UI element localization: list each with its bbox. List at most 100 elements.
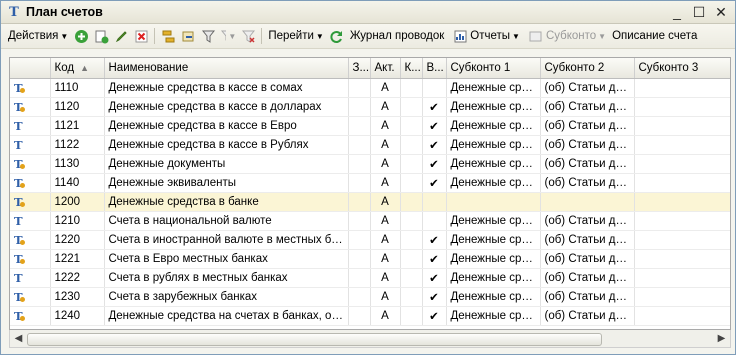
cell-subkonto-3[interactable] xyxy=(634,173,730,193)
cell-subkonto-3[interactable] xyxy=(634,211,730,231)
table-row[interactable]: Т 1200 Денежные средства в банке А xyxy=(10,192,730,212)
cell-z[interactable] xyxy=(348,268,371,288)
cell-act[interactable]: А xyxy=(370,287,401,307)
column-header-icon[interactable] xyxy=(10,58,51,79)
cell-v[interactable]: ✔ xyxy=(422,154,447,174)
cell-v[interactable]: ✔ xyxy=(422,268,447,288)
cell-z[interactable] xyxy=(348,211,371,231)
cell-subkonto-1[interactable]: Денежные сре... xyxy=(446,78,541,98)
cell-subkonto-2[interactable]: (об) Статьи дви... xyxy=(540,116,635,136)
table-row[interactable]: Т 1220 Счета в иностранной валюте в местны… xyxy=(10,230,730,250)
cell-name[interactable]: Денежные средства в кассе в сомах xyxy=(104,78,349,98)
filter-icon[interactable] xyxy=(200,28,216,44)
cell-z[interactable] xyxy=(348,230,371,250)
cell-k[interactable] xyxy=(400,135,423,155)
cell-code[interactable]: 1222 xyxy=(50,268,105,288)
cell-act[interactable]: А xyxy=(370,116,401,136)
cell-k[interactable] xyxy=(400,97,423,117)
cell-act[interactable]: А xyxy=(370,268,401,288)
cell-name[interactable]: Денежные средства в банке xyxy=(104,192,349,212)
cell-v[interactable]: ✔ xyxy=(422,306,447,326)
scroll-thumb[interactable] xyxy=(27,333,602,346)
column-header-name[interactable]: Наименование xyxy=(104,58,349,79)
cell-code[interactable]: 1221 xyxy=(50,249,105,269)
cell-k[interactable] xyxy=(400,192,423,212)
cell-v[interactable] xyxy=(422,192,447,212)
table-row[interactable]: Т 1210 Счета в национальной валюте А Денежны… xyxy=(10,211,730,231)
cell-name[interactable]: Денежные эквиваленты xyxy=(104,173,349,193)
cell-k[interactable] xyxy=(400,173,423,193)
cell-name[interactable]: Счета в зарубежных банках xyxy=(104,287,349,307)
cell-name[interactable]: Счета в иностранной валюте в местных бан… xyxy=(104,230,349,250)
cell-z[interactable] xyxy=(348,97,371,117)
table-row[interactable]: Т 1130 Денежные документы А ✔ Денежные сре...… xyxy=(10,154,730,174)
cell-subkonto-3[interactable] xyxy=(634,249,730,269)
cell-subkonto-1[interactable]: Денежные сре... xyxy=(446,230,541,250)
cell-k[interactable] xyxy=(400,230,423,250)
column-header-code[interactable]: Код ▲ xyxy=(50,58,105,79)
table-row[interactable]: Т 1110 Денежные средства в кассе в сомах А Д… xyxy=(10,78,730,98)
cell-v[interactable]: ✔ xyxy=(422,135,447,155)
cell-code[interactable]: 1240 xyxy=(50,306,105,326)
cell-subkonto-2[interactable]: (об) Статьи дви... xyxy=(540,306,635,326)
cell-subkonto-3[interactable] xyxy=(634,230,730,250)
cell-subkonto-3[interactable] xyxy=(634,154,730,174)
cell-z[interactable] xyxy=(348,116,371,136)
cell-name[interactable]: Денежные средства в кассе в Евро xyxy=(104,116,349,136)
cell-v[interactable]: ✔ xyxy=(422,287,447,307)
edit-icon[interactable] xyxy=(113,28,129,44)
refresh-icon[interactable] xyxy=(329,28,345,44)
table-row[interactable]: Т 1120 Денежные средства в кассе в доллара… xyxy=(10,97,730,117)
cell-subkonto-1[interactable]: Денежные сре... xyxy=(446,211,541,231)
cell-code[interactable]: 1200 xyxy=(50,192,105,212)
cell-k[interactable] xyxy=(400,154,423,174)
clear-filter-icon[interactable] xyxy=(240,28,256,44)
cell-name[interactable]: Счета в Евро местных банках xyxy=(104,249,349,269)
cell-act[interactable]: А xyxy=(370,230,401,250)
cell-code[interactable]: 1130 xyxy=(50,154,105,174)
move-to-group-icon[interactable] xyxy=(180,28,196,44)
account-description-button[interactable]: Описание счета xyxy=(609,26,700,46)
cell-act[interactable]: А xyxy=(370,154,401,174)
cell-v[interactable]: ✔ xyxy=(422,116,447,136)
cell-name[interactable]: Денежные средства в кассе в долларах xyxy=(104,97,349,117)
table-row[interactable]: Т 1230 Счета в зарубежных банках А ✔ Денежные… xyxy=(10,287,730,307)
cell-subkonto-2[interactable]: (об) Статьи дви... xyxy=(540,211,635,231)
cell-subkonto-1[interactable] xyxy=(446,192,541,212)
cell-code[interactable]: 1120 xyxy=(50,97,105,117)
cell-v[interactable]: ✔ xyxy=(422,173,447,193)
cell-subkonto-2[interactable]: (об) Статьи дви... xyxy=(540,97,635,117)
hierarchy-icon[interactable] xyxy=(160,28,176,44)
cell-code[interactable]: 1122 xyxy=(50,135,105,155)
cell-subkonto-2[interactable]: (об) Статьи дви... xyxy=(540,249,635,269)
cell-subkonto-3[interactable] xyxy=(634,268,730,288)
cell-subkonto-1[interactable]: Денежные сре... xyxy=(446,268,541,288)
cell-v[interactable]: ✔ xyxy=(422,97,447,117)
cell-subkonto-2[interactable]: (об) Статьи дви... xyxy=(540,135,635,155)
cell-subkonto-1[interactable]: Денежные сре... xyxy=(446,173,541,193)
cell-act[interactable]: А xyxy=(370,135,401,155)
cell-act[interactable]: А xyxy=(370,78,401,98)
table-row[interactable]: Т 1122 Денежные средства в кассе в Рублях А… xyxy=(10,135,730,155)
cell-subkonto-2[interactable]: (об) Статьи дви... xyxy=(540,154,635,174)
cell-name[interactable]: Счета в национальной валюте xyxy=(104,211,349,231)
cell-z[interactable] xyxy=(348,306,371,326)
delete-icon[interactable] xyxy=(133,28,149,44)
cell-subkonto-3[interactable] xyxy=(634,116,730,136)
table-row[interactable]: Т 1222 Счета в рублях в местных банках А ✔ Де… xyxy=(10,268,730,288)
cell-z[interactable] xyxy=(348,287,371,307)
cell-subkonto-3[interactable] xyxy=(634,78,730,98)
cell-z[interactable] xyxy=(348,192,371,212)
cell-subkonto-1[interactable]: Денежные сре... xyxy=(446,135,541,155)
cell-k[interactable] xyxy=(400,306,423,326)
cell-subkonto-1[interactable]: Денежные сре... xyxy=(446,306,541,326)
cell-z[interactable] xyxy=(348,78,371,98)
table-row[interactable]: Т 1140 Денежные эквиваленты А ✔ Денежные сре.… xyxy=(10,173,730,193)
column-header-act[interactable]: Акт. xyxy=(370,58,401,79)
accounts-table[interactable]: Код ▲ Наименование З... Акт. К... В... Су… xyxy=(9,57,731,330)
cell-k[interactable] xyxy=(400,249,423,269)
cell-subkonto-2[interactable]: (об) Статьи дви... xyxy=(540,287,635,307)
cell-v[interactable]: ✔ xyxy=(422,249,447,269)
cell-code[interactable]: 1230 xyxy=(50,287,105,307)
close-button[interactable]: ✕ xyxy=(711,3,731,21)
